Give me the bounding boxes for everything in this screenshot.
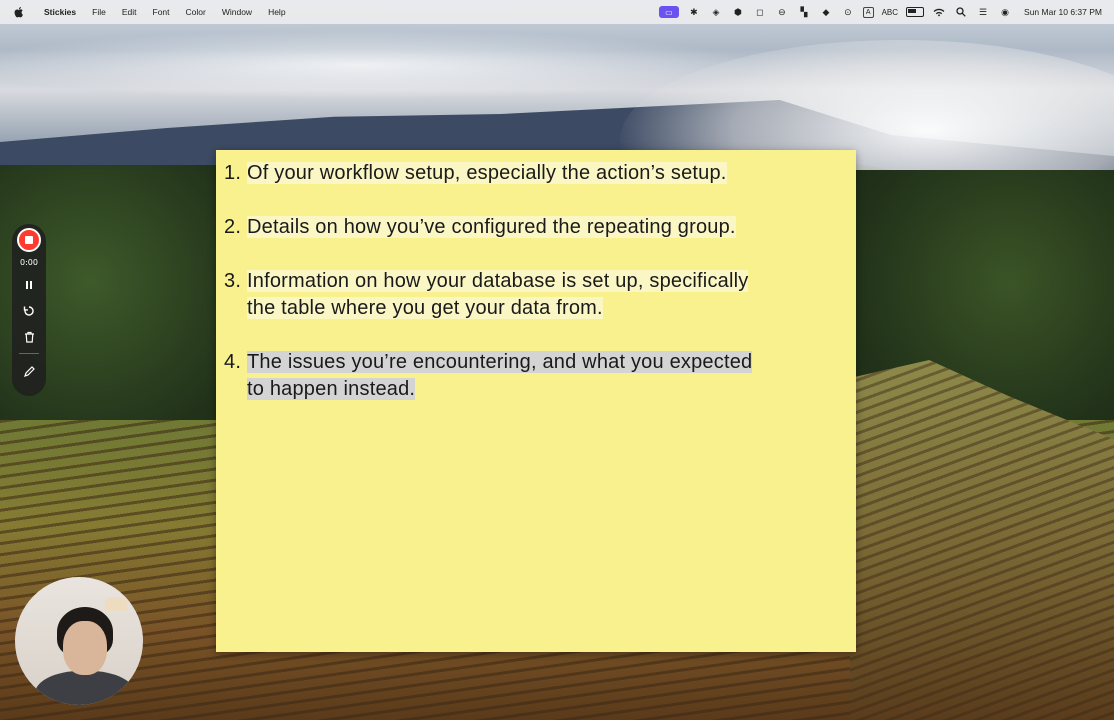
note-item-text-line-1: Information on how your database is set … bbox=[247, 270, 749, 292]
menu-bar: Stickies File Edit Font Color Window Hel… bbox=[0, 0, 1114, 24]
recording-timer: 0:00 bbox=[20, 258, 38, 267]
note-list: 1. Of your workflow setup, especially th… bbox=[216, 150, 856, 403]
menu-file[interactable]: File bbox=[84, 7, 114, 17]
location-icon[interactable]: ◈ bbox=[709, 5, 723, 19]
input-source-label[interactable]: ABC bbox=[882, 8, 898, 17]
trash-icon[interactable] bbox=[21, 329, 37, 345]
control-center-icon[interactable]: ☰ bbox=[976, 5, 990, 19]
note-item-text: Details on how you’ve configured the rep… bbox=[247, 216, 736, 238]
shield-icon[interactable]: ⬢ bbox=[731, 5, 745, 19]
note-item-text-line-2: to happen instead. bbox=[247, 378, 416, 400]
input-source-badge[interactable]: A bbox=[862, 6, 874, 18]
restart-icon[interactable] bbox=[21, 303, 37, 319]
siri-icon[interactable]: ◉ bbox=[998, 5, 1012, 19]
lamp bbox=[105, 597, 127, 611]
note-item-3[interactable]: 3. Information on how your database is s… bbox=[224, 268, 856, 322]
minus-circle-icon[interactable]: ⊖ bbox=[775, 5, 789, 19]
note-item-2[interactable]: 2. Details on how you’ve configured the … bbox=[224, 214, 856, 241]
stop-record-icon[interactable] bbox=[17, 228, 41, 252]
note-item-number: 1. bbox=[224, 162, 242, 184]
menu-help[interactable]: Help bbox=[260, 7, 293, 17]
note-item-4-selected[interactable]: 4. The issues you’re encountering, and w… bbox=[224, 349, 850, 403]
cup-icon[interactable]: ◻ bbox=[753, 5, 767, 19]
note-item-number: 3. bbox=[224, 270, 242, 292]
menu-color[interactable]: Color bbox=[178, 7, 214, 17]
note-item-number: 4. bbox=[224, 351, 242, 373]
person-face bbox=[63, 621, 107, 675]
note-item-text-line-1: The issues you’re encountering, and what… bbox=[247, 351, 753, 373]
menu-clock[interactable]: Sun Mar 10 6:37 PM bbox=[1024, 7, 1102, 17]
search-icon[interactable] bbox=[954, 5, 968, 19]
menu-edit[interactable]: Edit bbox=[114, 7, 145, 17]
note-item-1[interactable]: 1. Of your workflow setup, especially th… bbox=[224, 160, 856, 187]
wifi-icon[interactable] bbox=[932, 5, 946, 19]
elephant-icon[interactable]: ◆ bbox=[819, 5, 833, 19]
apple-menu-icon[interactable] bbox=[12, 5, 26, 19]
menu-window[interactable]: Window bbox=[214, 7, 260, 17]
note-item-text: Of your workflow setup, especially the a… bbox=[247, 162, 727, 184]
webcam-bubble[interactable] bbox=[15, 577, 143, 705]
toolbar-divider bbox=[19, 353, 39, 354]
battery-icon[interactable] bbox=[906, 7, 925, 17]
note-item-text-line-2: the table where you get your data from. bbox=[247, 297, 603, 319]
gear-icon[interactable]: ✱ bbox=[687, 5, 701, 19]
screen-recording-icon[interactable]: ▭ bbox=[658, 6, 679, 18]
menu-font[interactable]: Font bbox=[145, 7, 178, 17]
note-item-number: 2. bbox=[224, 216, 242, 238]
play-circle-icon[interactable]: ⊙ bbox=[841, 5, 855, 19]
person-body bbox=[35, 671, 135, 705]
sticky-note[interactable]: 1. Of your workflow setup, especially th… bbox=[216, 150, 856, 652]
grid-icon[interactable]: ▚ bbox=[797, 5, 811, 19]
recording-toolbar: 0:00 bbox=[12, 224, 46, 396]
menu-app-name[interactable]: Stickies bbox=[36, 7, 84, 17]
pause-icon[interactable] bbox=[21, 277, 37, 293]
pencil-icon[interactable] bbox=[21, 364, 37, 380]
